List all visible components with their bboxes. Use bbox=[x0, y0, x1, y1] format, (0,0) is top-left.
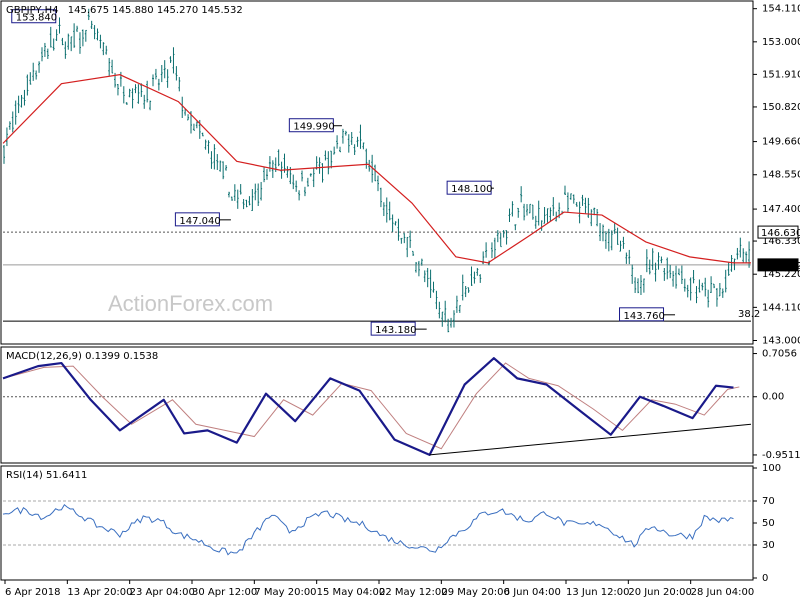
x-axis: 6 Apr 2018 13 Apr 20:0023 Apr 04:0030 Apr… bbox=[4, 580, 755, 598]
price-annotation-label: 143.180 bbox=[375, 325, 416, 336]
price-ytick-label: 147.400 bbox=[762, 204, 800, 215]
rsi-ytick-label: 30 bbox=[762, 540, 775, 551]
price-annotation-label: 149.990 bbox=[293, 122, 334, 133]
x-tick-label: 6 Apr 2018 bbox=[5, 587, 60, 598]
macd-header: MACD(12,26,9) 0.1399 0.1538 bbox=[6, 351, 158, 362]
x-tick-label: 29 May 20:00 bbox=[441, 587, 510, 598]
x-tick-label: 13 Apr 20:00 bbox=[67, 587, 132, 598]
rsi-ytick-label: 0 bbox=[762, 573, 768, 584]
rsi-line bbox=[2, 503, 734, 556]
x-tick-label: 30 Apr 12:00 bbox=[192, 587, 257, 598]
symbol-label: GBPJPY,H4 bbox=[6, 5, 59, 16]
x-tick-label: 7 May 20:00 bbox=[254, 587, 316, 598]
macd-ytick-label: 0.7056 bbox=[762, 349, 797, 360]
moving-average-line bbox=[2, 74, 751, 264]
fib-level-label: 38.2 bbox=[738, 309, 760, 320]
macd-panel-frame bbox=[0, 346, 754, 464]
level-tag-label: 145.532 bbox=[761, 261, 800, 272]
watermark: ActionForex.com bbox=[108, 291, 273, 316]
x-tick-label: 23 Apr 04:00 bbox=[130, 587, 195, 598]
price-ytick-label: 149.660 bbox=[762, 137, 800, 148]
x-tick-label: 22 May 12:00 bbox=[379, 587, 448, 598]
x-tick-label: 13 Jun 12:00 bbox=[566, 587, 630, 598]
macd-layer: 0.7056 0.00 -0.9511 bbox=[2, 349, 800, 461]
price-annotation-label: 143.760 bbox=[624, 311, 665, 322]
x-tick-label: 6 Jun 04:00 bbox=[504, 587, 561, 598]
chart-svg: 154.110 153.000 151.910 150.820 149.660 148.5… bbox=[0, 0, 800, 598]
price-ytick-label: 151.910 bbox=[762, 69, 800, 80]
macd-ytick-label: 0.00 bbox=[762, 392, 784, 403]
rsi-layer: 100 70 50 30 0 bbox=[2, 463, 781, 584]
macd-trendline bbox=[429, 423, 752, 456]
x-tick-label: 20 Jun 20:00 bbox=[628, 587, 692, 598]
rsi-ytick-label: 50 bbox=[762, 518, 775, 529]
rsi-header: RSI(14) 51.6411 bbox=[6, 470, 87, 481]
price-header: GBPJPY,H4 145.675 145.880 145.270 145.53… bbox=[6, 5, 243, 16]
price-ytick-label: 153.000 bbox=[762, 37, 800, 48]
price-ytick-label: 150.820 bbox=[762, 102, 800, 113]
level-tag-label: 146.630 bbox=[761, 228, 800, 239]
price-ytick-label: 144.110 bbox=[762, 302, 800, 313]
x-tick-label: 15 May 04:00 bbox=[317, 587, 386, 598]
ohlc-values: 145.675 145.880 145.270 145.532 bbox=[68, 5, 243, 16]
macd-ytick-label: -0.9511 bbox=[762, 450, 800, 461]
chart-window: 154.110 153.000 151.910 150.820 149.660 148.5… bbox=[0, 0, 800, 600]
price-ytick-label: 143.000 bbox=[762, 336, 800, 347]
price-ytick-label: 154.110 bbox=[762, 4, 800, 15]
x-tick-label: 28 Jun 04:00 bbox=[691, 587, 755, 598]
price-annotation-label: 147.040 bbox=[179, 216, 220, 227]
rsi-panel-frame bbox=[0, 465, 754, 581]
rsi-ytick-label: 70 bbox=[762, 496, 775, 507]
rsi-ytick-label: 100 bbox=[762, 463, 781, 474]
price-ytick-label: 148.550 bbox=[762, 170, 800, 181]
price-annotation-label: 148.100 bbox=[451, 184, 492, 195]
